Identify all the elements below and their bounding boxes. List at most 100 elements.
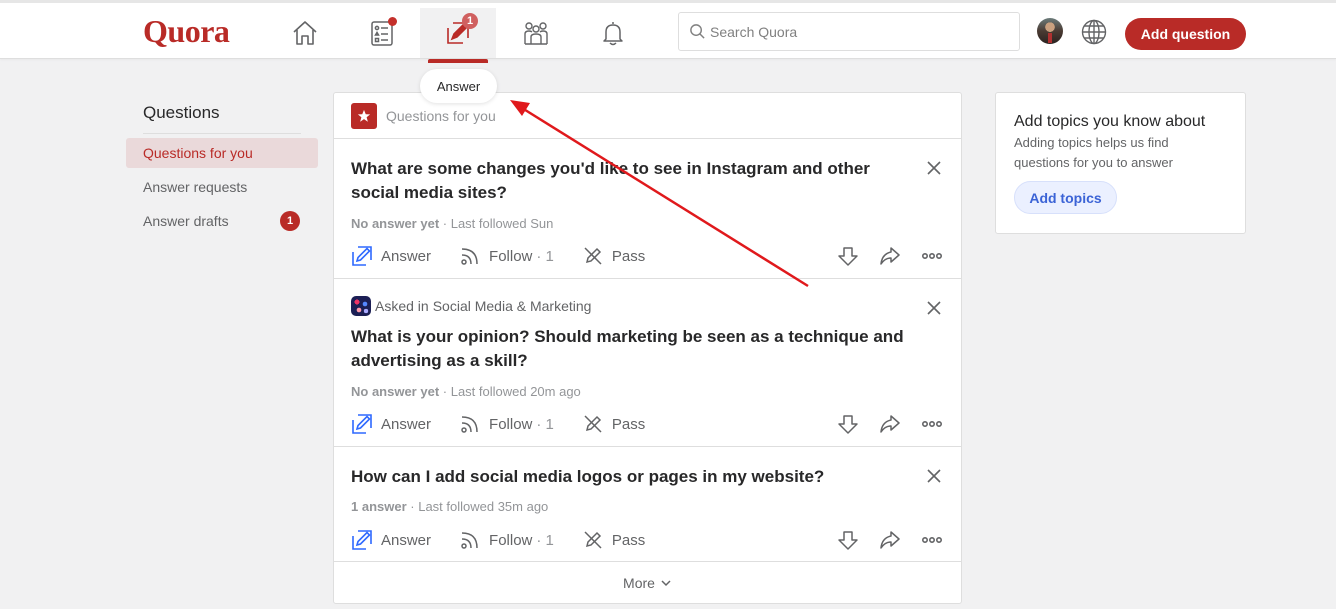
answer-badge: 1 xyxy=(462,13,478,29)
share-icon xyxy=(880,531,900,549)
more-button[interactable]: More xyxy=(334,562,961,604)
pass-icon xyxy=(584,247,602,265)
more-options-button[interactable] xyxy=(920,528,944,552)
question-meta: 1 answer · Last followed 35m ago xyxy=(351,499,548,514)
add-topics-button[interactable]: Add topics xyxy=(1014,181,1117,214)
last-followed: · Last followed Sun xyxy=(439,216,554,231)
top-nav-bar: Quora 1 Add question xyxy=(0,0,1336,63)
downvote-icon xyxy=(838,531,858,550)
dismiss-button[interactable] xyxy=(925,159,943,177)
rss-icon xyxy=(461,416,478,433)
sidebar-item-questions-for-you[interactable]: Questions for you xyxy=(126,138,318,168)
question-item: What are some changes you'd like to see … xyxy=(334,139,961,279)
sidebar-item-label: Answer requests xyxy=(143,179,248,195)
chevron-down-icon xyxy=(661,580,671,587)
more-icon xyxy=(921,253,943,260)
question-item: Asked in Social Media & Marketing What i… xyxy=(334,279,961,447)
share-button[interactable] xyxy=(878,528,902,552)
sidebar-item-answer-drafts[interactable]: Answer drafts 1 xyxy=(126,206,318,236)
last-followed: · Last followed 20m ago xyxy=(439,384,581,399)
question-actions: Answer Follow · 1 Pass xyxy=(351,527,944,553)
bell-icon xyxy=(603,22,623,46)
more-options-button[interactable] xyxy=(920,412,944,436)
sidebar-item-label: Answer drafts xyxy=(143,213,229,229)
question-meta: No answer yet · Last followed Sun xyxy=(351,216,553,231)
pass-button[interactable]: Pass xyxy=(582,245,645,267)
answer-status: 1 answer xyxy=(351,499,407,514)
rss-icon xyxy=(461,532,478,549)
answer-status: No answer yet xyxy=(351,216,440,231)
search-input[interactable] xyxy=(710,23,1000,40)
quora-logo[interactable]: Quora xyxy=(143,13,230,50)
edit-icon xyxy=(352,414,372,434)
nav-following[interactable] xyxy=(344,8,420,58)
share-button[interactable] xyxy=(878,412,902,436)
topics-card-subtitle: Adding topics helps us find questions fo… xyxy=(1014,135,1173,170)
answer-button[interactable]: Answer xyxy=(351,245,431,267)
notification-dot xyxy=(388,17,397,26)
rss-icon xyxy=(461,248,478,265)
drafts-count-badge: 1 xyxy=(280,211,300,231)
people-icon xyxy=(524,22,548,45)
nav-home[interactable] xyxy=(267,8,343,58)
dismiss-button[interactable] xyxy=(925,299,943,317)
follow-button[interactable]: Follow · 1 xyxy=(459,413,554,435)
nav-notifications[interactable] xyxy=(575,8,651,58)
home-icon xyxy=(293,21,317,45)
sidebar-title: Questions xyxy=(143,96,301,134)
topic-image xyxy=(351,296,371,316)
asked-in: Asked in Social Media & Marketing xyxy=(351,296,591,316)
questions-feed: Questions for you What are some changes … xyxy=(333,92,962,604)
answer-button[interactable]: Answer xyxy=(351,529,431,551)
edit-icon xyxy=(352,246,372,266)
pass-icon xyxy=(584,415,602,433)
question-actions: Answer Follow · 1 Pass xyxy=(351,243,944,269)
pass-icon xyxy=(584,531,602,549)
add-question-button[interactable]: Add question xyxy=(1125,18,1246,50)
share-icon xyxy=(880,247,900,265)
follow-button[interactable]: Follow · 1 xyxy=(459,245,554,267)
edit-icon xyxy=(352,530,372,550)
share-button[interactable] xyxy=(878,244,902,268)
sidebar-item-answer-requests[interactable]: Answer requests xyxy=(126,172,318,202)
downvote-button[interactable] xyxy=(836,244,860,268)
feed-header-label: Questions for you xyxy=(386,107,496,124)
question-title[interactable]: What are some changes you'd like to see … xyxy=(351,157,921,205)
avatar[interactable] xyxy=(1037,18,1063,44)
downvote-icon xyxy=(838,415,858,434)
close-icon xyxy=(927,469,941,483)
follow-button[interactable]: Follow · 1 xyxy=(459,529,554,551)
nav-spaces[interactable] xyxy=(498,8,574,58)
question-title[interactable]: What is your opinion? Should marketing b… xyxy=(351,325,921,373)
answer-status: No answer yet xyxy=(351,384,440,399)
more-icon xyxy=(921,537,943,544)
search-icon xyxy=(690,24,705,39)
downvote-button[interactable] xyxy=(836,412,860,436)
search-box[interactable] xyxy=(678,12,1020,51)
close-icon xyxy=(927,301,941,315)
globe-icon[interactable] xyxy=(1080,18,1108,46)
sidebar: Questions Questions for you Answer reque… xyxy=(126,96,318,236)
answer-button[interactable]: Answer xyxy=(351,413,431,435)
pass-button[interactable]: Pass xyxy=(582,529,645,551)
more-icon xyxy=(921,421,943,428)
question-title[interactable]: How can I add social media logos or page… xyxy=(351,465,921,489)
question-item: How can I add social media logos or page… xyxy=(334,447,961,562)
topics-card-title: Add topics you know about xyxy=(1014,113,1206,130)
downvote-button[interactable] xyxy=(836,528,860,552)
share-icon xyxy=(880,415,900,433)
star-icon xyxy=(351,102,377,129)
dismiss-button[interactable] xyxy=(925,467,943,485)
more-options-button[interactable] xyxy=(920,244,944,268)
close-icon xyxy=(927,161,941,175)
downvote-icon xyxy=(838,247,858,266)
sidebar-item-label: Questions for you xyxy=(143,145,253,161)
pass-button[interactable]: Pass xyxy=(582,413,645,435)
add-topics-card: Add topics you know about Adding topics … xyxy=(995,92,1246,234)
topic-link[interactable]: Social Media & Marketing xyxy=(433,298,592,314)
nav-answer[interactable]: 1 xyxy=(420,8,496,63)
question-meta: No answer yet · Last followed 20m ago xyxy=(351,384,581,399)
last-followed: · Last followed 35m ago xyxy=(406,499,549,514)
question-actions: Answer Follow · 1 Pass xyxy=(351,411,944,437)
answer-tooltip: Answer xyxy=(420,69,497,103)
